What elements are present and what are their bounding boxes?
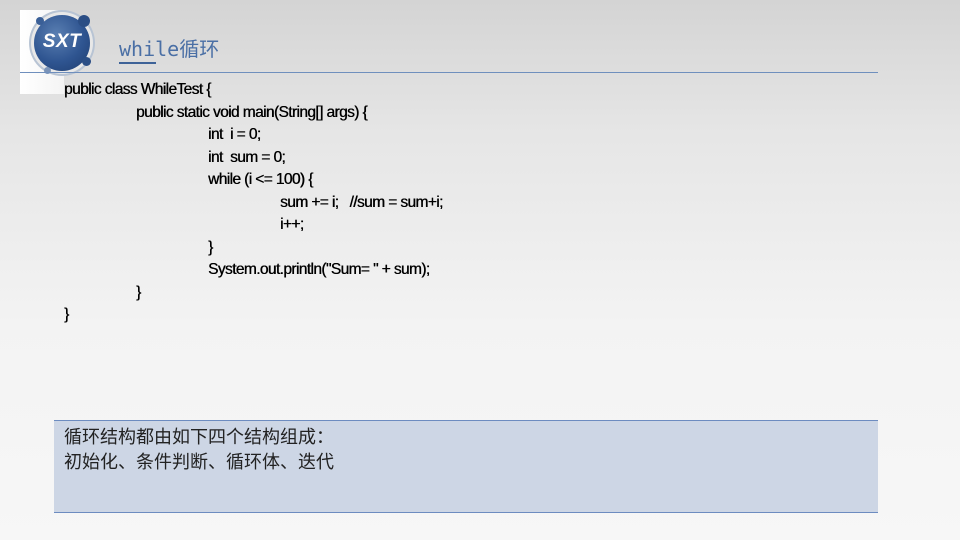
code-block: public class WhileTest { public static vo… [64, 79, 764, 327]
code-line: while (i <= 100) { [208, 171, 313, 188]
code-line: sum += i; //sum = sum+i; [280, 193, 443, 211]
code-line: } [64, 306, 69, 323]
code-line: i++; [280, 216, 304, 233]
code-line: System.out.println("Sum= " + sum); [208, 261, 430, 278]
code-line: } [208, 238, 213, 256]
code-line: int i = 0; [208, 126, 261, 143]
code-line: int sum = 0; [208, 148, 286, 166]
code-line: public class WhileTest { [64, 81, 211, 98]
logo-dot [78, 15, 90, 27]
title-underline [119, 62, 156, 64]
slide-title: while循环 [119, 37, 220, 61]
logo-dot [36, 17, 44, 25]
summary-line-2: 初始化、条件判断、循环体、迭代 [64, 452, 334, 473]
logo-dot [82, 57, 91, 66]
code-line: } [136, 283, 141, 301]
title-divider [20, 72, 878, 73]
summary-box: 循环结构都由如下四个结构组成： 初始化、条件判断、循环体、迭代 [54, 420, 878, 513]
logo-text: SXT [42, 31, 82, 52]
code-line: public static void main(String[] args) { [136, 103, 368, 121]
summary-line-1: 循环结构都由如下四个结构组成： [64, 427, 334, 448]
